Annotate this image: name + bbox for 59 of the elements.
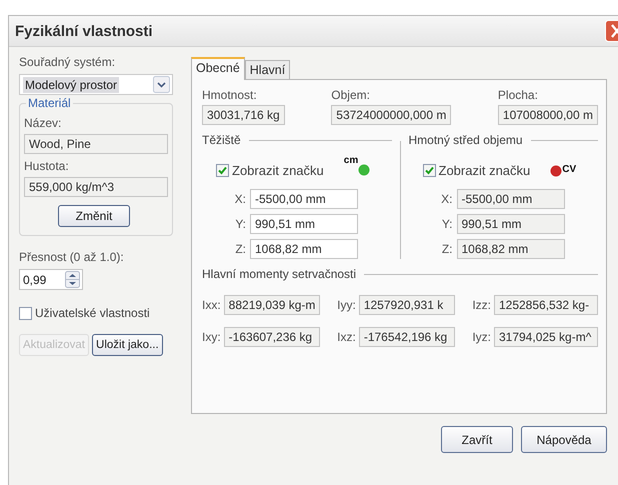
axis-label: Z: <box>234 242 246 256</box>
field-label: Hmotnost: <box>202 88 258 103</box>
material-name-field: Wood, Pine <box>24 134 168 154</box>
checkbox[interactable] <box>19 306 32 320</box>
coordinate-field[interactable]: 1068,82 mm <box>250 239 358 259</box>
group-title: Materiál <box>26 96 73 110</box>
moment-label: Iyz: <box>472 330 491 344</box>
moment-label: Ixy: <box>202 330 221 344</box>
moment-field: -163607,236 kg <box>224 327 320 347</box>
coordinate-field: -5500,00 mm <box>456 189 564 209</box>
field-label: Plocha: <box>498 88 539 103</box>
field-label: Název: <box>24 116 62 131</box>
spinner-icon <box>65 271 80 288</box>
tab[interactable]: Obecné <box>191 57 245 80</box>
moment-field: 1257920,931 k <box>358 295 455 315</box>
window-title: Fyzikální vlastnosti <box>15 22 153 40</box>
value-field: 30031,716 kg <box>202 105 285 125</box>
action-button[interactable]: Uložit jako... <box>92 334 163 356</box>
moment-label: Iyy: <box>337 298 356 312</box>
checkbox-label: Uživatelské vlastnosti <box>35 306 150 320</box>
moment-label: Ixx: <box>202 298 221 312</box>
marker-label: CV <box>562 164 576 174</box>
coordinate-field[interactable]: 990,51 mm <box>250 214 358 234</box>
section-title: Hlavní momenty setrvačnosti <box>202 267 356 281</box>
dialog-button[interactable]: Nápověda <box>521 426 607 453</box>
coordinate-system-dropdown[interactable]: Modelový prostor <box>19 74 173 95</box>
value-field: 53724000000,000 m <box>331 105 452 125</box>
moment-field: 1252856,532 kg- <box>494 295 598 315</box>
field-label: Hustota: <box>24 159 70 174</box>
section-title: Hmotný střed objemu <box>408 133 523 147</box>
coordinate-field[interactable]: -5500,00 mm <box>250 189 358 209</box>
moment-field: 88219,039 kg-m <box>224 295 320 315</box>
marker-label: cm <box>344 156 358 166</box>
section-title: Těžiště <box>202 133 241 147</box>
precision-spinbox[interactable]: 0,99 <box>19 269 83 290</box>
axis-label: Y: <box>234 217 246 231</box>
moment-label: Izz: <box>472 298 491 312</box>
checkbox[interactable] <box>422 164 436 177</box>
moment-field: -176542,196 kg <box>358 327 455 347</box>
change-button[interactable]: Změnit <box>58 205 130 227</box>
tab[interactable]: Hlavní <box>244 60 290 79</box>
caret-icon <box>153 76 170 93</box>
axis-label: Z: <box>440 242 452 256</box>
moment-field: 31794,025 kg-m^ <box>494 327 598 347</box>
field-label: Přesnost (0 až 1.0): <box>19 250 125 265</box>
coordinate-field: 1068,82 mm <box>456 239 564 259</box>
checkbox-label: Zobrazit značku <box>232 163 324 178</box>
axis-label: X: <box>234 192 246 206</box>
field-label: Souřadný systém: <box>19 55 116 70</box>
value-field: 107008000,00 m <box>498 105 598 125</box>
density-field: 559,000 kg/m^3 <box>24 177 168 197</box>
checkbox[interactable] <box>216 164 229 177</box>
checkbox-label: Zobrazit značku <box>438 163 530 178</box>
moment-label: Ixz: <box>337 330 356 344</box>
axis-label: Y: <box>440 217 452 231</box>
coordinate-field: 990,51 mm <box>456 214 564 234</box>
field-label: Objem: <box>331 88 371 103</box>
dialog-button[interactable]: Zavřít <box>441 426 513 453</box>
axis-label: X: <box>440 192 452 206</box>
